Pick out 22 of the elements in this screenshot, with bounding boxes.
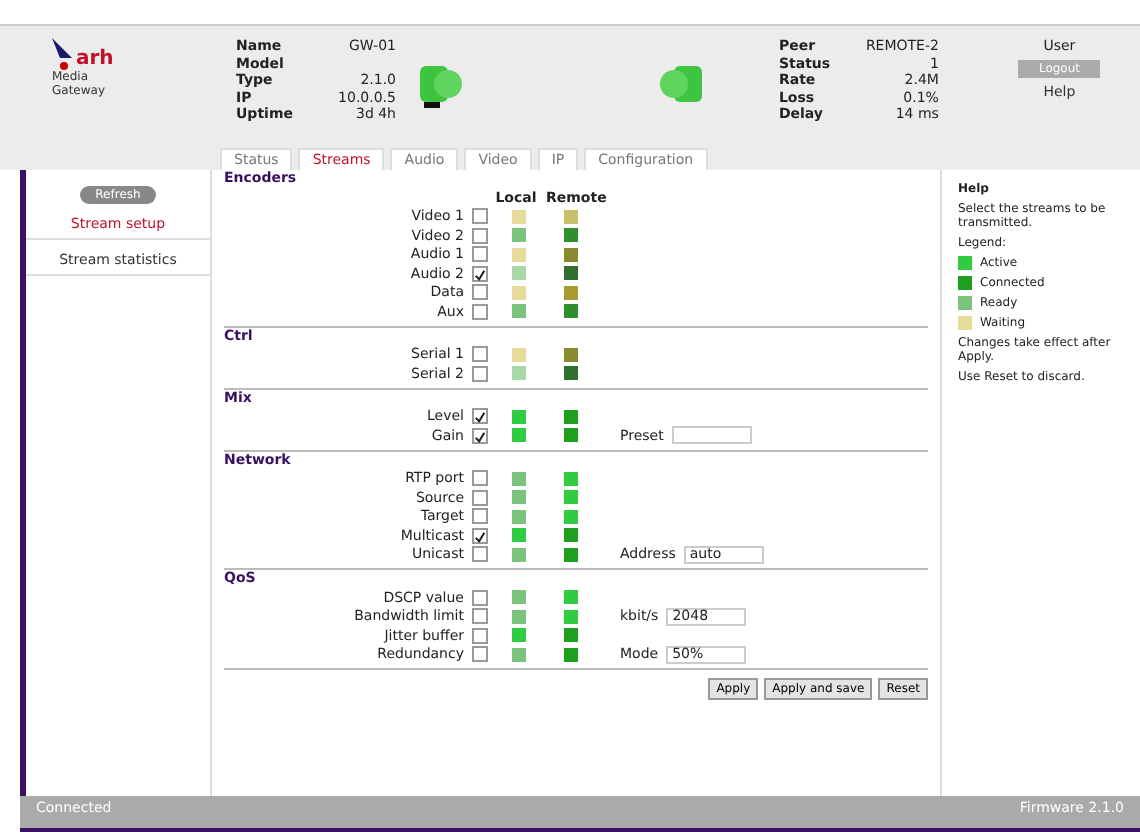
checkbox[interactable]: [472, 608, 488, 625]
checkbox[interactable]: [472, 303, 488, 320]
checkbox[interactable]: [472, 470, 488, 487]
checkbox[interactable]: [472, 489, 488, 506]
input-field[interactable]: [671, 426, 752, 445]
logo-icon: [52, 38, 72, 70]
checkbox[interactable]: [472, 646, 488, 663]
logo-text: arh: [76, 48, 114, 70]
checkbox[interactable]: [472, 546, 488, 563]
checkbox[interactable]: [472, 208, 488, 225]
checkbox[interactable]: [472, 427, 488, 444]
checkbox[interactable]: [472, 589, 488, 606]
checkbox[interactable]: [472, 346, 488, 363]
checkbox[interactable]: [472, 265, 488, 282]
checkbox[interactable]: [472, 365, 488, 382]
checkbox[interactable]: [472, 527, 488, 544]
checkbox[interactable]: [472, 408, 488, 425]
checkbox[interactable]: [472, 227, 488, 244]
checkbox[interactable]: [472, 246, 488, 263]
checkbox[interactable]: [472, 508, 488, 525]
checkbox[interactable]: [472, 284, 488, 301]
checkbox[interactable]: [472, 627, 488, 644]
